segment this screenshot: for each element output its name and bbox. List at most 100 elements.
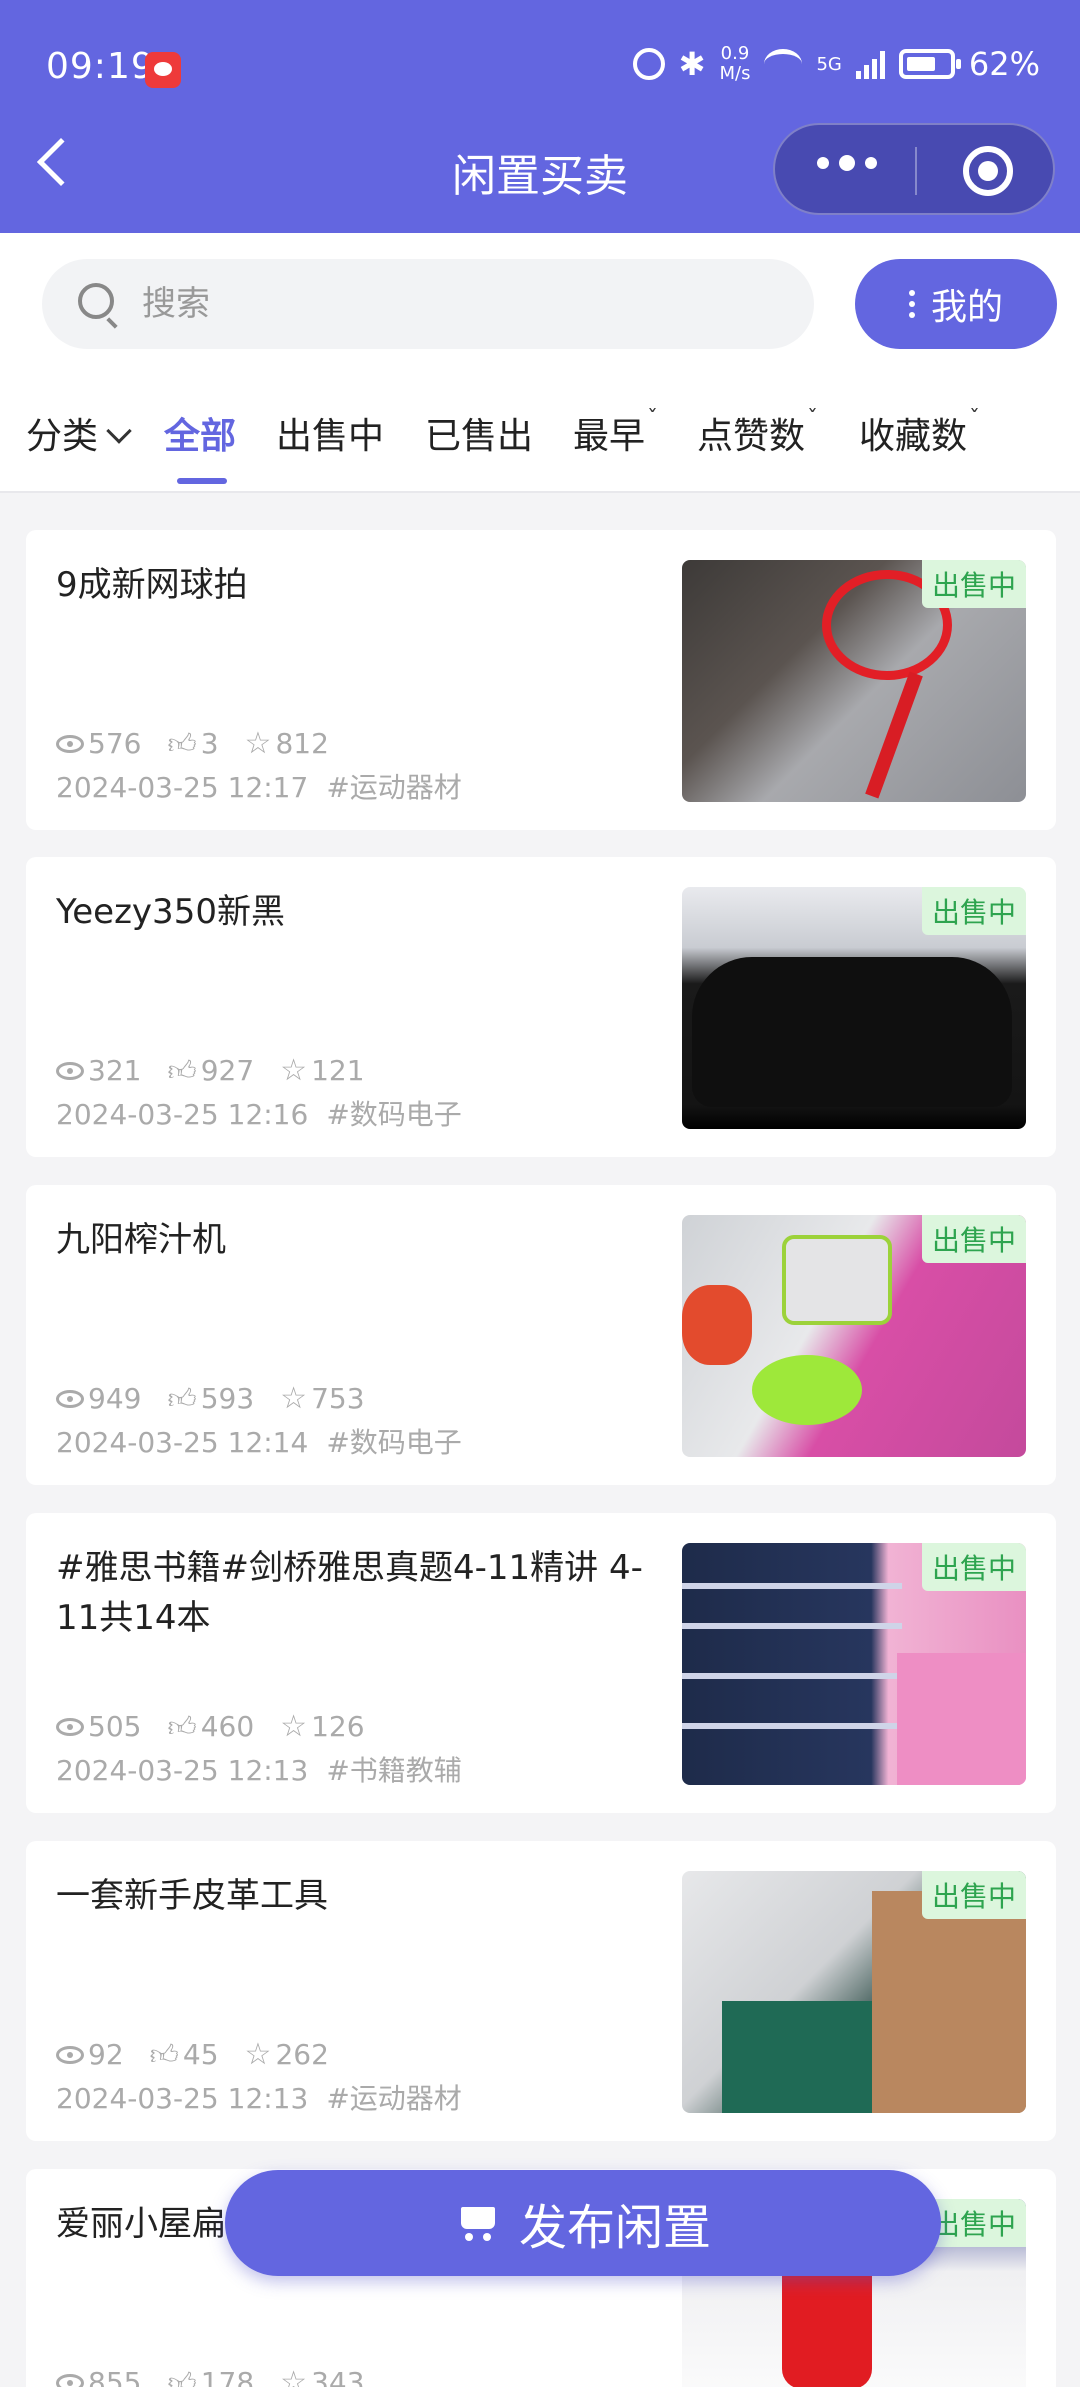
listing-card[interactable]: Yeezy350新黑 321 👍︎ 927 ☆ 121 2024-03-25 12:… — [26, 857, 1056, 1157]
search-icon — [78, 283, 114, 319]
listing-card[interactable]: 一套新手皮革工具 92 👍︎ 45 ☆ 262 2024-03-25 12:13 #运… — [26, 1841, 1056, 2141]
status-badge: 出售中 — [921, 887, 1026, 935]
views-icon — [56, 2373, 84, 2387]
views-count: 576 — [88, 727, 142, 760]
favorites-count: 262 — [275, 2038, 329, 2071]
listing-tag: #运动器材 — [326, 2082, 462, 2115]
status-icons: ✱ 0.9 M/s 5G 62% — [632, 44, 1040, 84]
like-icon: 👍︎ — [167, 1053, 197, 1087]
tab-on-sale[interactable]: 出售中 — [276, 407, 384, 459]
tab-sort-likes-label: 点赞数 — [697, 416, 806, 457]
tab-sort-earliest-label: 最早 — [573, 416, 646, 457]
views-count: 505 — [88, 1710, 142, 1743]
listing-title: Yeezy350新黑 — [56, 892, 285, 932]
listing-tag: #运动器材 — [326, 771, 462, 804]
bluetooth-icon: ✱ — [678, 45, 706, 83]
likes-count: 460 — [200, 1710, 255, 1743]
listing-datetime: 2024-03-25 12:13 — [56, 1754, 309, 1787]
more-menu-icon[interactable] — [817, 155, 877, 171]
views-icon — [56, 2045, 84, 2064]
sort-caret-icon: ˇ — [647, 407, 659, 432]
favorites-count: 121 — [311, 1054, 365, 1087]
star-icon: ☆ — [244, 2037, 272, 2072]
star-icon: ☆ — [280, 1053, 308, 1088]
star-icon: ☆ — [280, 2365, 308, 2387]
like-icon: 👍︎ — [167, 1709, 197, 1743]
likes-count: 45 — [182, 2038, 219, 2071]
listing-stats: 321 👍︎ 927 ☆ 121 — [56, 1053, 365, 1088]
publish-idle-button[interactable]: 发布闲置 — [225, 2170, 941, 2276]
notification-app-icon — [145, 52, 181, 88]
tab-all[interactable]: 全部 — [164, 407, 236, 459]
search-input[interactable] — [142, 279, 742, 329]
listing-stats: 855 👍︎ 178 ☆ 343 — [56, 2365, 365, 2387]
favorites-count: 343 — [311, 2366, 365, 2387]
listing-datetime: 2024-03-25 12:17 — [56, 771, 309, 804]
listing-stats: 505 👍︎ 460 ☆ 126 — [56, 1709, 365, 1744]
listing-photo-tennis-racket: 出售中 — [682, 560, 1026, 802]
views-count: 321 — [88, 1054, 142, 1087]
like-icon: 👍︎ — [149, 2037, 179, 2071]
favorites-count: 753 — [311, 1382, 365, 1415]
listing-tag: #数码电子 — [326, 1426, 462, 1459]
close-mini-program-icon[interactable] — [963, 146, 1013, 196]
listing-photo-juicer: 出售中 — [682, 1215, 1026, 1457]
wifi-icon — [764, 49, 803, 79]
views-count: 855 — [88, 2366, 142, 2387]
views-count: 949 — [88, 1382, 142, 1415]
listing-datetime: 2024-03-25 12:13 — [56, 2082, 309, 2115]
listing-meta: 2024-03-25 12:13 #运动器材 — [56, 2077, 462, 2117]
tab-sort-favorites[interactable]: 收藏数ˇ — [859, 407, 980, 459]
listing-card[interactable]: 九阳榨汁机 949 👍︎ 593 ☆ 753 2024-03-25 12:14 #数码… — [26, 1185, 1056, 1485]
star-icon: ☆ — [280, 1381, 308, 1416]
net-speed-unit: M/s — [719, 63, 751, 84]
search-and-filter-area: 我的 分类 全部 出售中 已售出 最早ˇ 点赞数ˇ 收藏数ˇ — [0, 233, 1080, 493]
listing-card[interactable]: 9成新网球拍 576 👍︎ 3 ☆ 812 2024-03-25 12:17 #运动器… — [26, 530, 1056, 830]
listing-meta: 2024-03-25 12:17 #运动器材 — [56, 766, 462, 806]
likes-count: 178 — [200, 2366, 255, 2387]
listing-card[interactable]: #雅思书籍#剑桥雅思真题4-11精讲 4-11共14本 505 👍︎ 460 ☆ 1… — [26, 1513, 1056, 1813]
views-count: 92 — [88, 2038, 124, 2071]
search-bar[interactable] — [42, 259, 814, 349]
mini-program-capsule — [773, 123, 1055, 215]
cart-icon — [455, 2203, 501, 2243]
tab-sort-favorites-label: 收藏数 — [859, 416, 968, 457]
views-icon — [56, 734, 84, 753]
signal-icon — [855, 49, 885, 79]
listing-stats: 92 👍︎ 45 ☆ 262 — [56, 2037, 329, 2072]
filter-tabs: 分类 全部 出售中 已售出 最早ˇ 点赞数ˇ 收藏数ˇ — [0, 383, 1080, 493]
tab-sold[interactable]: 已售出 — [425, 407, 533, 459]
like-icon: 👍︎ — [167, 1381, 197, 1415]
listing-photo-books: 出售中 — [682, 1543, 1026, 1785]
tab-category[interactable]: 分类 — [26, 407, 132, 459]
star-icon: ☆ — [244, 726, 272, 761]
publish-button-label: 发布闲置 — [518, 2200, 711, 2256]
status-time: 09:19 — [46, 46, 155, 87]
listing-tag: #数码电子 — [326, 1098, 462, 1131]
likes-count: 3 — [200, 727, 219, 760]
sort-caret-icon: ˇ — [969, 407, 981, 432]
active-tab-indicator — [177, 478, 227, 484]
status-badge: 出售中 — [921, 1543, 1026, 1591]
tab-sort-earliest[interactable]: 最早ˇ — [573, 407, 658, 459]
views-icon — [56, 1717, 84, 1736]
listing-title: 9成新网球拍 — [56, 565, 248, 605]
star-icon: ☆ — [280, 1709, 308, 1744]
listing-stats: 949 👍︎ 593 ☆ 753 — [56, 1381, 365, 1416]
listing-meta: 2024-03-25 12:14 #数码电子 — [56, 1421, 462, 1461]
net-speed: 0.9 M/s — [719, 44, 750, 84]
listing-tag: #书籍教辅 — [326, 1754, 462, 1787]
listing-photo-leather-tools: 出售中 — [682, 1871, 1026, 2113]
alarm-icon — [632, 48, 665, 80]
top-header: 09:19 ✱ 0.9 M/s 5G 62% 闲置买卖 — [0, 0, 1080, 233]
tab-sort-likes[interactable]: 点赞数ˇ — [697, 407, 818, 459]
listing-datetime: 2024-03-25 12:14 — [56, 1426, 309, 1459]
views-icon — [56, 1389, 84, 1408]
like-icon: 👍︎ — [167, 2365, 197, 2387]
favorites-count: 126 — [311, 1710, 365, 1743]
listing-photo-sneakers: 出售中 — [682, 887, 1026, 1129]
status-badge: 出售中 — [921, 1215, 1026, 1263]
chevron-down-icon — [106, 418, 132, 444]
mine-button[interactable]: 我的 — [855, 259, 1057, 349]
likes-count: 593 — [200, 1382, 255, 1415]
